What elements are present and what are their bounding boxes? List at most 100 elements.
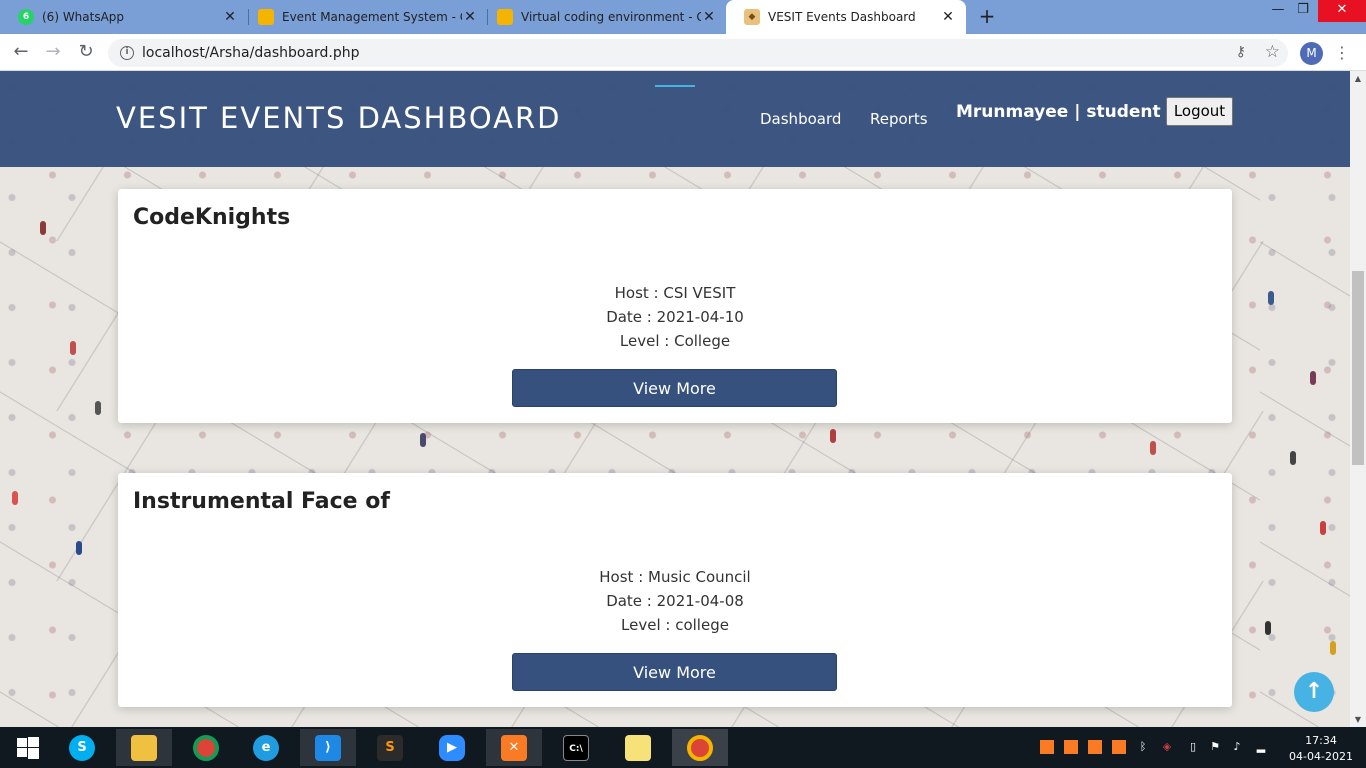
windows-taskbar: S e ⟩ S ▶ ✕ C:\ ᛒ ◈ ▯ ⚑ ♪ ▂ 17:34 04-04-…: [0, 727, 1366, 768]
browser-menu-icon[interactable]: ⋮: [1334, 41, 1350, 65]
taskbar-sublime[interactable]: S: [362, 729, 418, 766]
taskbar-skype[interactable]: S: [54, 729, 110, 766]
terminal-icon: C:\: [563, 734, 589, 761]
tab-title: VESIT Events Dashboard: [768, 10, 916, 24]
taskbar-file-explorer[interactable]: [116, 729, 172, 766]
site-brand[interactable]: VESIT EVENTS DASHBOARD: [116, 101, 561, 135]
battery-icon[interactable]: ▯: [1186, 740, 1200, 754]
sublime-icon: S: [377, 734, 403, 761]
background-figure: [1330, 641, 1336, 655]
chrome-icon: [193, 734, 219, 761]
slides-icon: [258, 9, 274, 25]
site-icon: ◆: [744, 9, 760, 25]
tab-title: (6) WhatsApp: [42, 10, 125, 24]
view-more-button[interactable]: View More: [512, 653, 837, 691]
clock-time: 17:34: [1305, 734, 1337, 747]
close-icon[interactable]: ✕: [222, 9, 238, 25]
reload-button[interactable]: ↻: [74, 40, 98, 64]
background-figure: [76, 541, 82, 555]
taskbar-chrome-profile[interactable]: [672, 729, 728, 766]
browser-toolbar: ← → ↻ i localhost/Arsha/dashboard.php ⚷ …: [0, 34, 1366, 71]
close-icon[interactable]: ✕: [701, 9, 717, 25]
bookmark-star-icon[interactable]: ☆: [1265, 42, 1280, 62]
tab-vesit-dashboard[interactable]: ◆ VESIT Events Dashboard ✕: [726, 0, 966, 34]
tab-title: Virtual coding environment - Goo: [521, 10, 701, 24]
nav-dashboard[interactable]: Dashboard: [760, 110, 841, 128]
background-figure: [830, 429, 836, 443]
close-icon[interactable]: ✕: [462, 9, 478, 25]
slides-icon: [497, 9, 513, 25]
background-figure: [12, 491, 18, 505]
event-host: Host : CSI VESIT: [614, 284, 736, 302]
nav-reports[interactable]: Reports: [870, 110, 928, 128]
taskbar-vscode[interactable]: ⟩: [300, 729, 356, 766]
background-figure: [1320, 521, 1326, 535]
network-icon[interactable]: ▂: [1254, 740, 1268, 754]
background-figure: [1310, 371, 1316, 385]
scroll-up-arrow-icon[interactable]: ▲: [1350, 74, 1366, 83]
event-title: CodeKnights: [133, 205, 291, 230]
antivirus-icon[interactable]: ◈: [1160, 740, 1174, 754]
volume-icon[interactable]: ♪: [1230, 740, 1244, 754]
site-header: VESIT EVENTS DASHBOARD Dashboard Reports…: [0, 71, 1350, 167]
taskbar-xampp[interactable]: ✕: [486, 729, 542, 766]
background-figure: [95, 401, 101, 415]
window-close-button[interactable]: ✕: [1318, 0, 1366, 22]
tray-xampp-icon[interactable]: [1064, 740, 1078, 754]
info-icon[interactable]: i: [120, 46, 134, 60]
event-level: Level : college: [621, 616, 729, 634]
tab-event-management[interactable]: Event Management System - Goo ✕: [240, 0, 488, 34]
tab-virtual-coding[interactable]: Virtual coding environment - Goo ✕: [479, 0, 727, 34]
tray-xampp-icon[interactable]: [1112, 740, 1126, 754]
address-bar[interactable]: i localhost/Arsha/dashboard.php ⚷ ☆: [108, 39, 1288, 67]
profile-avatar[interactable]: M: [1300, 42, 1323, 65]
taskbar-chrome[interactable]: [178, 729, 234, 766]
start-button[interactable]: [0, 729, 56, 766]
background-figure: [1268, 291, 1274, 305]
forward-button[interactable]: →: [41, 40, 65, 64]
restore-button[interactable]: ❐: [1292, 0, 1314, 22]
tab-whatsapp[interactable]: 6 (6) WhatsApp ✕: [0, 0, 248, 34]
whatsapp-icon: 6: [18, 9, 34, 25]
tray-xampp-icon[interactable]: [1088, 740, 1102, 754]
taskbar-sticky-notes[interactable]: [610, 729, 666, 766]
event-card: CodeKnights Host : CSI VESIT Date : 2021…: [118, 189, 1232, 423]
taskbar-edge[interactable]: e: [238, 729, 294, 766]
flag-icon[interactable]: ⚑: [1208, 740, 1222, 754]
vscode-icon: ⟩: [315, 734, 341, 761]
tray-app-icon[interactable]: [1040, 740, 1054, 754]
back-button[interactable]: ←: [9, 40, 33, 64]
scrollbar-thumb[interactable]: [1352, 271, 1364, 465]
folder-icon: [131, 734, 157, 761]
taskbar-cmd[interactable]: C:\: [548, 729, 604, 766]
event-date: Date : 2021-04-08: [606, 592, 744, 610]
taskbar-zoom[interactable]: ▶: [424, 729, 480, 766]
key-icon[interactable]: ⚷: [1236, 44, 1246, 60]
sticky-notes-icon: [625, 734, 651, 761]
edge-icon: e: [253, 734, 279, 761]
url-text: localhost/Arsha/dashboard.php: [142, 45, 360, 61]
event-card: Instrumental Face of Host : Music Counci…: [118, 473, 1232, 707]
new-tab-button[interactable]: +: [976, 5, 998, 27]
background-figure: [1150, 441, 1156, 455]
minimize-button[interactable]: —: [1268, 0, 1288, 22]
xampp-icon: ✕: [501, 734, 527, 761]
event-title: Instrumental Face of: [133, 489, 390, 514]
page-scrollbar[interactable]: ▲ ▼: [1350, 71, 1366, 727]
tab-title: Event Management System - Goo: [282, 10, 462, 24]
view-more-button[interactable]: View More: [512, 369, 837, 407]
page-viewport: VESIT EVENTS DASHBOARD Dashboard Reports…: [0, 71, 1350, 727]
back-to-top-button[interactable]: ↑: [1294, 672, 1334, 712]
scroll-down-arrow-icon[interactable]: ▼: [1350, 715, 1366, 724]
taskbar-clock[interactable]: 17:34 04-04-2021: [1286, 733, 1356, 765]
background-figure: [40, 221, 46, 235]
background-figure: [420, 433, 426, 447]
chrome-profile-icon: [687, 734, 713, 761]
close-icon[interactable]: ✕: [940, 9, 956, 25]
bluetooth-icon[interactable]: ᛒ: [1136, 740, 1150, 754]
logout-button[interactable]: Logout: [1166, 97, 1233, 126]
skype-icon: S: [69, 734, 95, 761]
user-label: Mrunmayee | student: [956, 102, 1161, 122]
event-level: Level : College: [619, 332, 731, 350]
nav-active-indicator: [655, 85, 695, 87]
